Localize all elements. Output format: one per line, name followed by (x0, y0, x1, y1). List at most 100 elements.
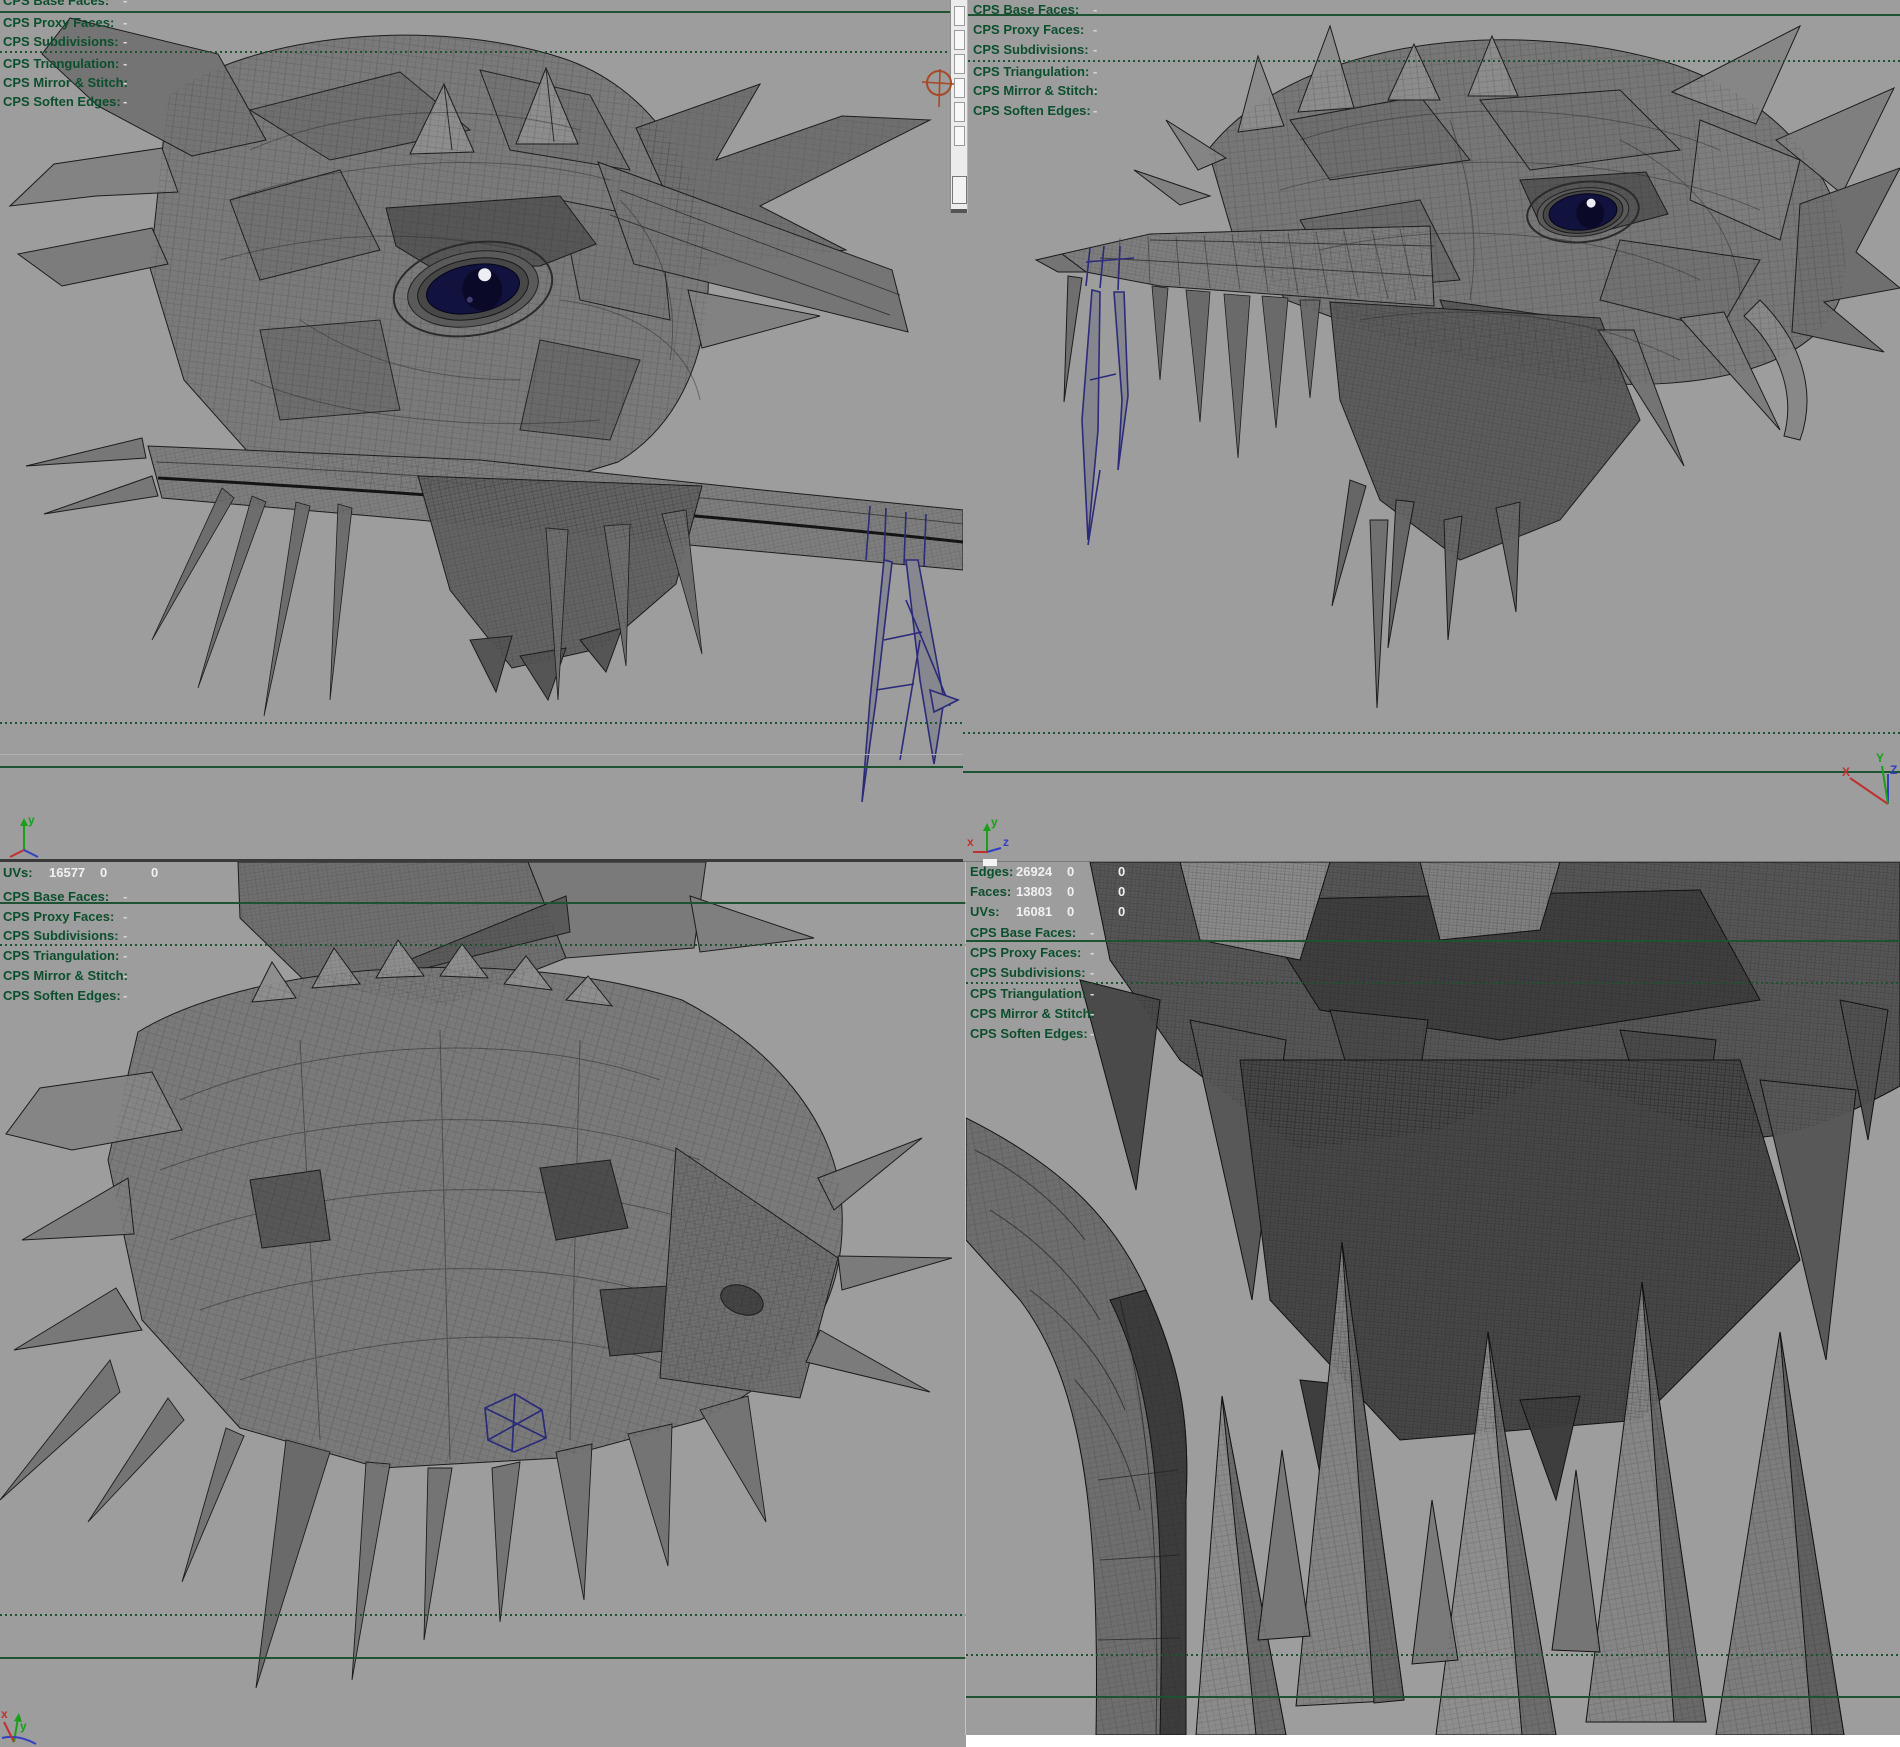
camera-target-crosshair-icon (920, 66, 960, 110)
hud-label: CPS Proxy Faces: (3, 15, 114, 30)
viewport-divider (963, 861, 1900, 862)
hud-value: - (1090, 1006, 1094, 1021)
head-geometry (10, 18, 963, 716)
hud-value: 0 (1118, 904, 1125, 919)
viewport-bottom-left[interactable]: UVs: 16577 0 0 CPS Base Faces:- CPS Prox… (0, 862, 966, 1747)
hud-row: CPS Proxy Faces:- (3, 909, 114, 924)
grid-line-dotted (0, 1614, 966, 1616)
hud-value: - (123, 56, 127, 71)
grid-line-dotted (0, 944, 966, 946)
hud-row: CPS Triangulation:- (973, 64, 1089, 79)
grid-line (963, 771, 1900, 773)
grid-line-faint (0, 754, 963, 755)
hud-value: 16577 (49, 865, 85, 880)
hud-value: 0 (1118, 884, 1125, 899)
hud-value: - (1090, 945, 1094, 960)
hanging-spikes (1152, 286, 1320, 458)
viewport-top-right[interactable]: CPS Base Faces:- CPS Proxy Faces:- CPS S… (963, 0, 1900, 862)
axis-label-y: y (28, 813, 35, 827)
hud-row: CPS Base Faces:- (3, 0, 109, 8)
grid-line (0, 902, 966, 904)
hud-value: - (1093, 103, 1097, 118)
hud-label: CPS Subdivisions: (3, 34, 119, 49)
hud-label: CPS Mirror & Stitch: (970, 1006, 1095, 1021)
hud-value: - (1090, 965, 1094, 980)
hud-label: CPS Subdivisions: (970, 965, 1086, 980)
axis-label-y: Y (1876, 751, 1884, 765)
hud-row: CPS Mirror & Stitch:- (3, 968, 128, 983)
view-axis-icon: X Y Z (1838, 748, 1900, 820)
hud-row: CPS Soften Edges:- (3, 988, 121, 1003)
head-geometry (1036, 26, 1900, 708)
hud-label: CPS Base Faces: (970, 925, 1076, 940)
hud-counter-row: UVs: 16081 0 0 (970, 904, 1000, 919)
axis-label-x: X (1842, 765, 1850, 779)
hud-value: 0 (1067, 864, 1074, 879)
hud-row: CPS Proxy Faces:- (970, 945, 1081, 960)
hud-row: CPS Soften Edges:- (973, 103, 1091, 118)
grid-line (0, 766, 963, 768)
hud-value: - (1093, 83, 1097, 98)
hud-value: 0 (1067, 904, 1074, 919)
hud-value: 0 (151, 865, 158, 880)
hud-value: - (123, 968, 127, 983)
hud-row: CPS Mirror & Stitch:- (973, 83, 1098, 98)
hud-value: - (123, 988, 127, 1003)
scrollbar-notch (954, 30, 965, 50)
hud-counter-row: UVs: 16577 0 0 (3, 865, 33, 880)
viewport-bottom-right[interactable]: Edges: 26924 0 0 Faces: 13803 0 0 UVs: 1… (966, 862, 1900, 1735)
hud-value: - (123, 0, 127, 8)
grid-line (966, 1696, 1900, 1698)
hud-label: CPS Base Faces: (3, 889, 109, 904)
axis-label-x: x (1, 1707, 8, 1721)
hud-label: CPS Soften Edges: (970, 1026, 1088, 1041)
axis-label-z: z (1003, 835, 1009, 849)
grid-line-dotted (0, 51, 963, 53)
hud-counter-row: Faces: 13803 0 0 (970, 884, 1011, 899)
hud-value: - (123, 94, 127, 109)
hud-label: CPS Triangulation: (3, 56, 119, 71)
grid-line (0, 11, 963, 13)
axis-label-y: y (991, 815, 998, 829)
hud-value: - (1093, 2, 1097, 17)
grid-line-dotted (963, 60, 1900, 62)
hud-value: - (123, 889, 127, 904)
hud-row: CPS Proxy Faces:- (3, 15, 114, 30)
view-axis-icon: x y z (965, 814, 1021, 860)
viewport-top-left[interactable]: CPS Base Faces:- CPS Proxy Faces:- CPS S… (0, 0, 963, 862)
hud-value: - (1093, 22, 1097, 37)
hud-row: CPS Soften Edges:- (970, 1026, 1088, 1041)
hud-row: CPS Subdivisions:- (973, 42, 1089, 57)
image-bottom-gap (966, 1735, 1900, 1747)
hud-value: 26924 (1016, 864, 1052, 879)
grid-line-dotted (966, 982, 1900, 984)
scrollbar-notch (954, 6, 965, 26)
axis-label-x: x (967, 835, 974, 849)
viewport-divider (965, 862, 966, 1735)
grid-line (0, 1657, 966, 1659)
hud-row: CPS Base Faces:- (970, 925, 1076, 940)
hud-label: CPS Triangulation: (3, 948, 119, 963)
selection-highlight-blue[interactable] (1082, 246, 1134, 545)
hud-counter-row: Edges: 26924 0 0 (970, 864, 1013, 879)
hud-value: - (123, 948, 127, 963)
hud-row: CPS Subdivisions:- (970, 965, 1086, 980)
hud-label: CPS Base Faces: (973, 2, 1079, 17)
axis-label-z: Z (1890, 763, 1897, 777)
scrollbar-notch (954, 126, 965, 146)
hud-row: CPS Base Faces:- (3, 889, 109, 904)
hud-label: CPS Proxy Faces: (973, 22, 1084, 37)
view-axis-icon: y (4, 810, 54, 860)
hud-label: Faces: (970, 884, 1011, 899)
hud-value: - (1093, 64, 1097, 79)
hud-label: CPS Subdivisions: (3, 928, 119, 943)
hud-label: UVs: (3, 865, 33, 880)
hud-label: CPS Soften Edges: (3, 988, 121, 1003)
hud-row: CPS Triangulation:- (970, 986, 1086, 1001)
hud-label: CPS Soften Edges: (3, 94, 121, 109)
hud-value: - (1090, 986, 1094, 1001)
hud-row: CPS Proxy Faces:- (973, 22, 1084, 37)
dragon-mouth-mesh-bottom-right[interactable] (966, 862, 1900, 1735)
dragon-head-mesh-top-left[interactable] (0, 0, 963, 862)
scrollbar-thumb[interactable] (952, 176, 967, 204)
